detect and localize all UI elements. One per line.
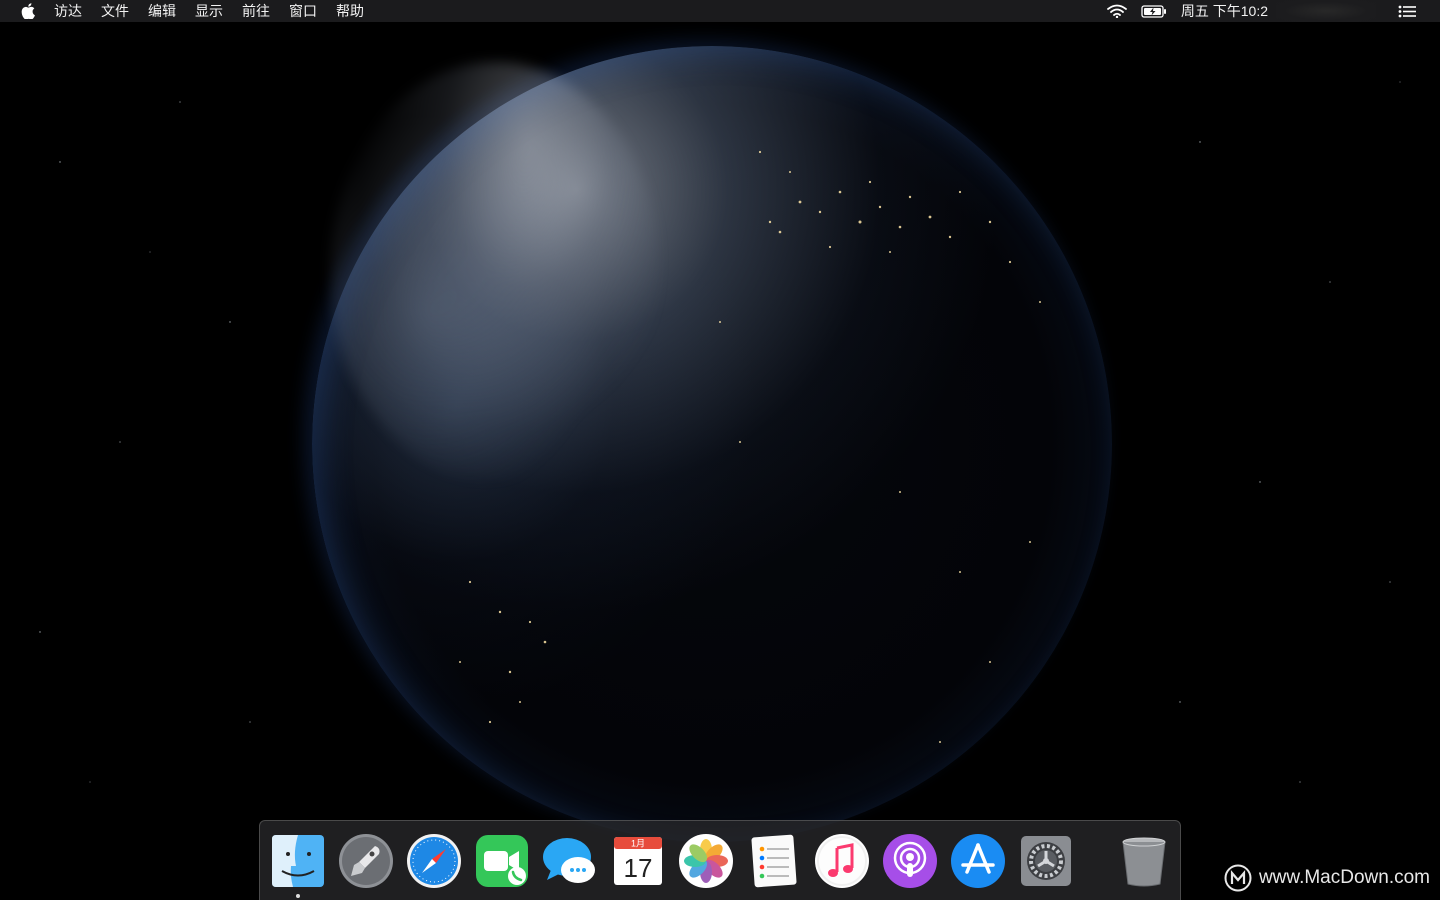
trash-icon (1122, 837, 1166, 886)
macdown-logo-icon (1224, 864, 1252, 892)
menu-window[interactable]: 窗口 (289, 0, 317, 22)
battery-charging-icon[interactable] (1141, 4, 1167, 18)
menu-view[interactable]: 显示 (195, 0, 223, 22)
dock-app-calendar[interactable]: 1月 17 (609, 832, 667, 890)
dock-app-launchpad[interactable] (337, 832, 395, 890)
watermark-text: www.MacDown.com (1258, 867, 1430, 888)
dock-app-app-store[interactable] (949, 832, 1007, 890)
launchpad-rocket-icon (339, 833, 393, 888)
safari-compass-icon (407, 833, 461, 888)
apple-logo-icon[interactable] (19, 0, 37, 22)
dock-app-finder[interactable] (269, 832, 327, 898)
reminders-icon (751, 834, 797, 887)
calendar-icon: 1月 17 (614, 836, 662, 885)
finder-icon (272, 834, 324, 887)
podcasts-icon (883, 833, 937, 888)
dock-app-facetime[interactable] (473, 832, 531, 890)
dock-app-system-preferences[interactable] (1017, 832, 1075, 890)
calendar-day: 17 (624, 853, 653, 883)
app-store-icon (951, 833, 1005, 888)
menu-finder[interactable]: 访达 (54, 0, 82, 22)
messages-icon (543, 837, 595, 883)
blurred-region (1276, 0, 1376, 22)
dock-trash[interactable] (1115, 832, 1173, 890)
dock: 1月 17 (259, 820, 1181, 900)
calendar-month: 1月 (631, 838, 645, 848)
dock-app-itunes[interactable] (813, 832, 871, 890)
menu-go[interactable]: 前往 (242, 0, 270, 22)
menu-help[interactable]: 帮助 (336, 0, 364, 22)
menu-edit[interactable]: 编辑 (148, 0, 176, 22)
running-indicator (296, 893, 300, 898)
photos-icon (679, 833, 733, 888)
music-note-icon (815, 833, 869, 888)
dock-app-podcasts[interactable] (881, 832, 939, 890)
notification-center-icon[interactable] (1398, 5, 1416, 18)
dock-app-reminders[interactable] (745, 832, 803, 890)
dock-app-messages[interactable] (541, 832, 599, 890)
menu-file[interactable]: 文件 (101, 0, 129, 22)
watermark: www.MacDown.com (1224, 864, 1430, 892)
menu-bar-clock[interactable]: 周五 下午10:2 (1181, 1, 1268, 21)
facetime-icon (476, 834, 528, 887)
menu-bar: 访达 文件 编辑 显示 前往 窗口 帮助 周五 下午10:2 (0, 0, 1440, 22)
dock-app-photos[interactable] (677, 832, 735, 890)
wifi-icon[interactable] (1106, 4, 1127, 18)
desktop-wallpaper[interactable] (0, 22, 1440, 900)
menu-bar-status-area: 周五 下午10:2 (1106, 0, 1440, 22)
gear-icon (1021, 835, 1071, 886)
city-lights (459, 150, 1041, 743)
dock-app-safari[interactable] (405, 832, 463, 890)
